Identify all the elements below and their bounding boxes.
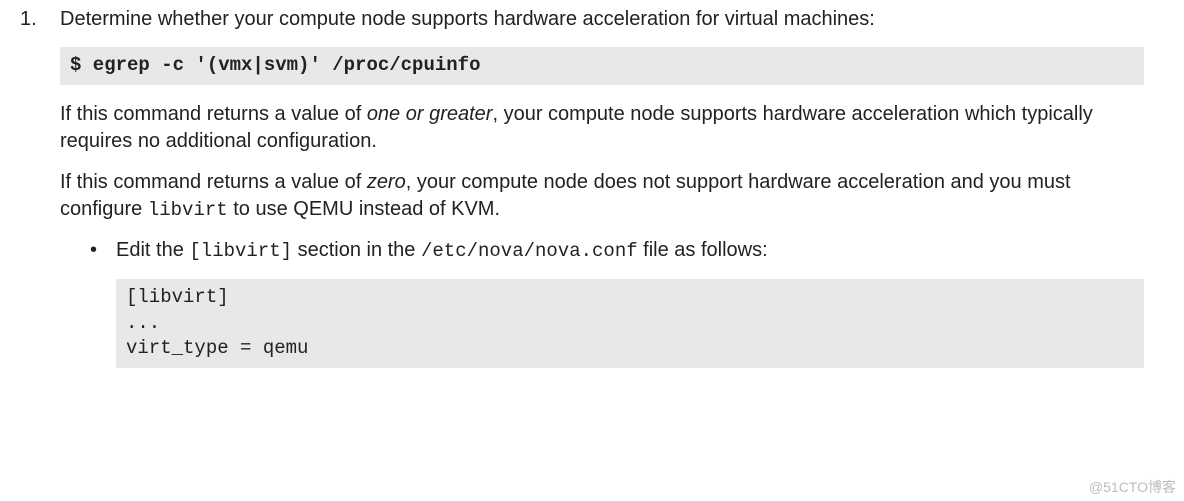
- para-one-or-greater: If this command returns a value of one o…: [60, 101, 1144, 155]
- watermark: @51CTO博客: [1089, 478, 1176, 497]
- step-intro: Determine whether your compute node supp…: [60, 6, 1144, 33]
- emphasis-zero: zero: [367, 171, 406, 193]
- text: section in the: [292, 239, 421, 261]
- sub-list: • Edit the [libvirt] section in the /etc…: [60, 237, 1144, 368]
- code-section: [libvirt]: [189, 240, 292, 262]
- text: If this command returns a value of: [60, 103, 367, 125]
- code-nova-conf: [libvirt] ... virt_type = qemu: [116, 279, 1144, 368]
- step-number: 1.: [20, 6, 37, 33]
- text: Edit the: [116, 239, 189, 261]
- code-path: /etc/nova/nova.conf: [421, 240, 638, 262]
- step-1: 1. Determine whether your compute node s…: [20, 6, 1144, 368]
- sub-line: Edit the [libvirt] section in the /etc/n…: [116, 237, 1144, 265]
- code-libvirt: libvirt: [148, 199, 228, 221]
- para-zero: If this command returns a value of zero,…: [60, 169, 1144, 224]
- text: to use QEMU instead of KVM.: [228, 198, 500, 220]
- text: If this command returns a value of: [60, 171, 367, 193]
- emphasis-one-or-greater: one or greater: [367, 103, 493, 125]
- bullet-icon: •: [90, 237, 97, 264]
- sub-item-edit: • Edit the [libvirt] section in the /etc…: [90, 237, 1144, 368]
- text: file as follows:: [638, 239, 768, 261]
- step-list: 1. Determine whether your compute node s…: [20, 6, 1144, 368]
- code-egrep: $ egrep -c '(vmx|svm)' /proc/cpuinfo: [60, 47, 1144, 85]
- document-page: 1. Determine whether your compute node s…: [0, 0, 1184, 501]
